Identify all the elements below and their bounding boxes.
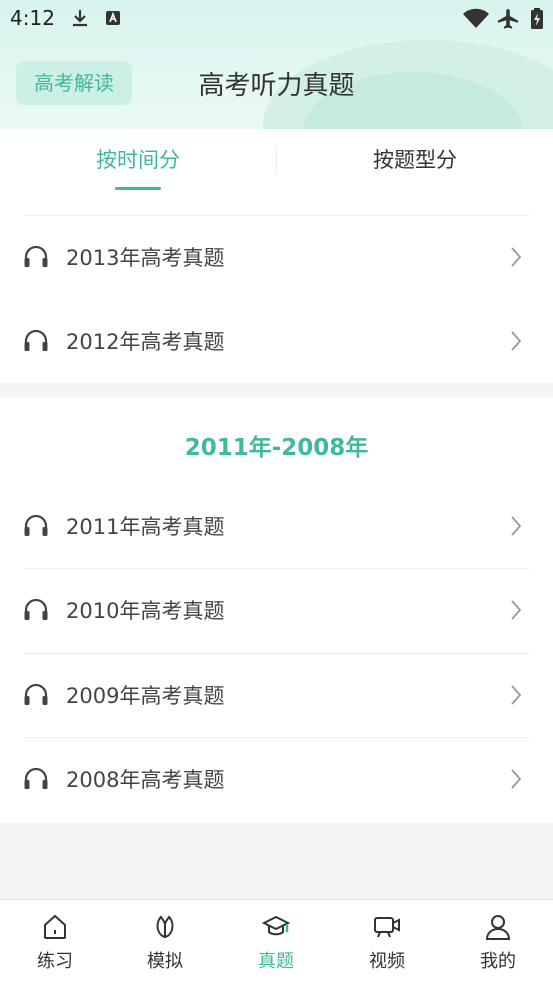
app-notification-icon	[106, 11, 120, 25]
wifi-icon	[463, 8, 489, 28]
nav-mine[interactable]: 我的	[443, 900, 553, 985]
chevron-right-icon	[511, 331, 522, 351]
battery-icon	[531, 8, 543, 29]
year-group-recent: 2013年高考真题 2012年高考真题	[0, 215, 553, 383]
list-item[interactable]: 2012年高考真题	[0, 299, 553, 383]
chevron-right-icon	[511, 247, 522, 267]
home-icon	[44, 914, 66, 939]
video-icon	[374, 917, 400, 938]
nav-label: 真题	[258, 951, 294, 972]
page-title: 高考听力真题	[198, 71, 355, 101]
headphones-icon	[24, 329, 48, 351]
nav-past-papers[interactable]: 真题	[221, 900, 331, 985]
list-item-label: 2008年高考真题	[66, 768, 225, 792]
list-item[interactable]: 2009年高考真题	[0, 653, 553, 737]
list-item[interactable]: 2010年高考真题	[0, 568, 553, 652]
status-bar: 4:12	[0, 0, 553, 38]
status-time: 4:12	[10, 6, 55, 30]
list-item-label: 2012年高考真题	[66, 330, 225, 354]
headphones-icon	[24, 683, 48, 705]
group-title: 2011年-2008年	[184, 435, 369, 461]
list-item[interactable]: 2011年高考真题	[0, 484, 553, 568]
list-item-label: 2011年高考真题	[66, 515, 225, 539]
airplane-mode-icon	[498, 9, 518, 29]
headphones-icon	[24, 598, 48, 620]
headphones-icon	[24, 245, 48, 267]
nav-label: 视频	[369, 951, 405, 972]
tab-by-time[interactable]: 按时间分	[0, 129, 276, 191]
bottom-nav: 练习 模拟 真题 视频 我的	[0, 899, 553, 985]
headphones-icon	[24, 767, 48, 789]
list-item-label: 2010年高考真题	[66, 599, 225, 623]
nav-label: 练习	[37, 951, 73, 972]
list-item-label: 2013年高考真题	[66, 246, 225, 270]
leaf-icon	[156, 915, 174, 939]
chevron-right-icon	[511, 685, 522, 705]
tab-bar: 按时间分 按题型分	[0, 129, 553, 215]
chevron-right-icon	[511, 516, 522, 536]
list-item-label: 2009年高考真题	[66, 684, 225, 708]
chevron-right-icon	[511, 600, 522, 620]
list-item[interactable]: 2008年高考真题	[0, 737, 553, 821]
headphones-icon	[24, 514, 48, 536]
year-group-2011-2008: 2011年-2008年 2011年高考真题 2010年高考真题 2009年高考真…	[0, 398, 553, 823]
tab-by-type[interactable]: 按题型分	[277, 129, 553, 191]
nav-practice[interactable]: 练习	[0, 900, 110, 985]
nav-label: 模拟	[147, 951, 183, 972]
list-item[interactable]: 2013年高考真题	[0, 215, 553, 299]
chevron-right-icon	[511, 769, 522, 789]
graduation-cap-icon	[262, 915, 290, 936]
active-tab-indicator	[115, 187, 161, 190]
download-icon	[73, 10, 87, 27]
header: 4:12 高考解读 高考听力真题	[0, 0, 553, 129]
person-icon	[485, 915, 511, 940]
nav-mock[interactable]: 模拟	[110, 900, 220, 985]
nav-video[interactable]: 视频	[332, 900, 442, 985]
nav-label: 我的	[480, 951, 516, 972]
